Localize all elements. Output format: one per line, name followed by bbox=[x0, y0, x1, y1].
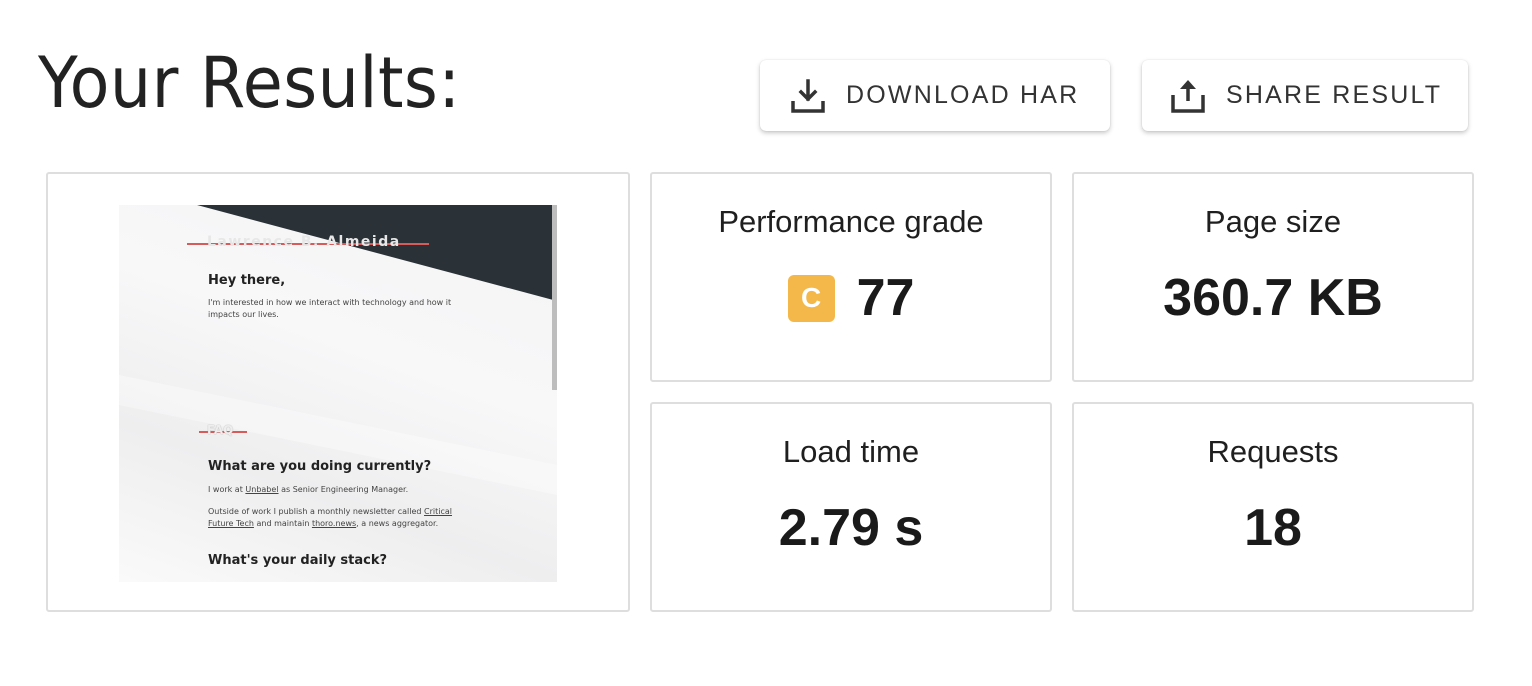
faq-heading: FAQ bbox=[207, 423, 234, 437]
download-har-label: DOWNLOAD HAR bbox=[846, 81, 1080, 109]
thoro-news-link[interactable]: thoro.news bbox=[312, 519, 356, 528]
upload-icon bbox=[1171, 79, 1205, 113]
grade-badge: C bbox=[787, 274, 835, 322]
question-stack: What's your daily stack? bbox=[208, 553, 388, 568]
load-time-value: 2.79 s bbox=[778, 499, 924, 557]
load-time-label: Load time bbox=[782, 434, 920, 469]
share-result-button[interactable]: SHARE RESULT bbox=[1142, 60, 1468, 131]
performance-grade-value: 77 bbox=[856, 269, 915, 327]
page-title: Your Results: bbox=[38, 42, 461, 124]
screenshot-scrollbar bbox=[552, 205, 557, 390]
intro-text: I'm interested in how we interact with t… bbox=[208, 298, 452, 319]
requests-value: 18 bbox=[1244, 499, 1302, 557]
answer-outside: Outside of work I publish a monthly news… bbox=[208, 507, 453, 528]
requests-card: Requests 18 bbox=[1072, 402, 1474, 612]
share-result-label: SHARE RESULT bbox=[1226, 81, 1443, 109]
site-name: Lawrence B. Almeida bbox=[207, 234, 401, 250]
answer-current: I work at Unbabel as Senior Engineering … bbox=[208, 485, 409, 494]
download-har-button[interactable]: DOWNLOAD HAR bbox=[760, 60, 1110, 131]
question-current: What are you doing currently? bbox=[208, 459, 432, 474]
requests-label: Requests bbox=[1207, 434, 1339, 469]
unbabel-link[interactable]: Unbabel bbox=[245, 485, 278, 494]
performance-grade-card: Performance grade C 77 bbox=[650, 172, 1052, 382]
greeting-heading: Hey there, bbox=[208, 273, 286, 288]
page-size-value: 360.7 KB bbox=[1163, 269, 1383, 327]
page-size-label: Page size bbox=[1204, 204, 1342, 239]
load-time-card: Load time 2.79 s bbox=[650, 402, 1052, 612]
download-icon bbox=[791, 78, 825, 113]
page-screenshot-card: Lawrence B. Almeida Hey there, I'm inter… bbox=[46, 172, 630, 612]
performance-grade-label: Performance grade bbox=[718, 204, 984, 239]
page-size-card: Page size 360.7 KB bbox=[1072, 172, 1474, 382]
page-screenshot: Lawrence B. Almeida Hey there, I'm inter… bbox=[119, 205, 557, 582]
